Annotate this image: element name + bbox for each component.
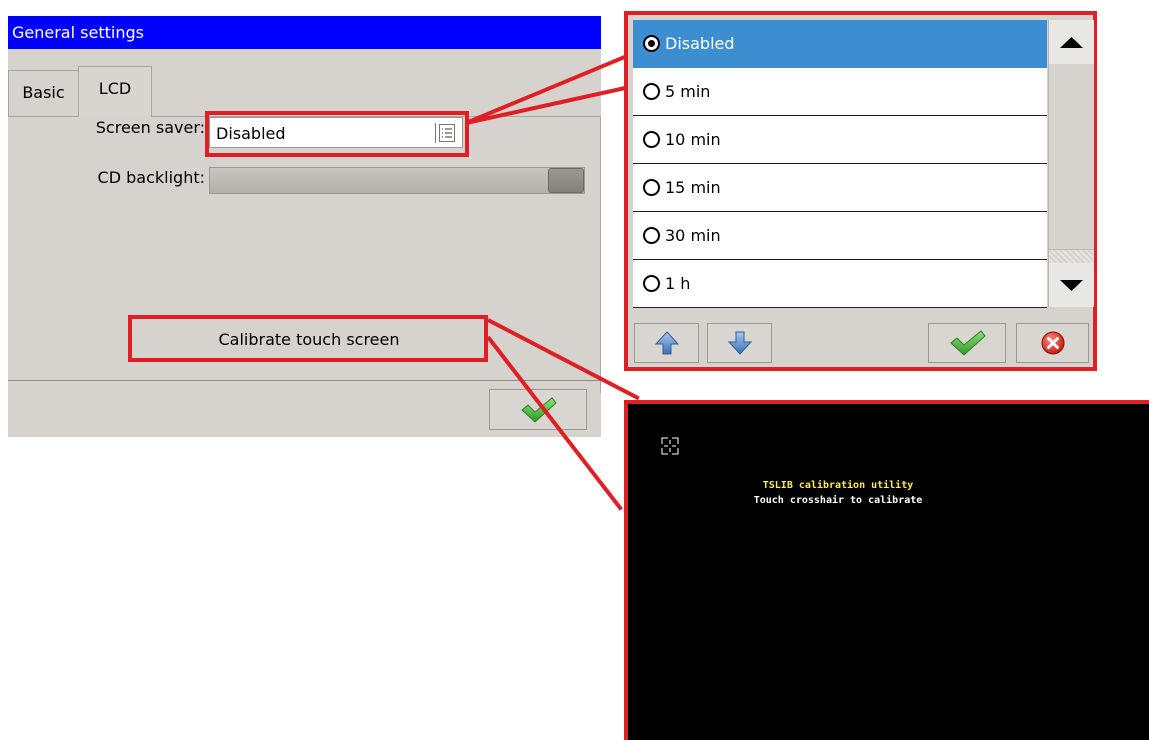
list-item[interactable]: 15 min [633,164,1047,212]
checkmark-icon [950,330,986,356]
move-down-button[interactable] [707,323,772,363]
screen-saver-dropdown: Disabled 5 min 10 min 15 min 30 min 1 h [624,11,1097,371]
scrollbar[interactable] [1048,20,1094,307]
highlight-calibrate-button [128,315,488,362]
radio-icon [643,226,660,244]
arrow-down-icon [727,331,753,355]
screen-saver-label: Screen saver: [95,118,205,137]
radio-icon [643,130,660,148]
backlight-slider-knob[interactable] [548,168,584,193]
highlight-screen-saver [205,111,469,157]
radio-selected-icon [643,34,660,52]
cancel-icon [1041,331,1065,355]
scrollbar-thumb[interactable] [1049,65,1094,250]
scroll-up-button[interactable] [1049,20,1094,64]
ok-button[interactable] [489,389,587,430]
triangle-down-icon [1060,280,1083,291]
list-item[interactable]: 30 min [633,212,1047,260]
scroll-down-button[interactable] [1049,263,1094,307]
list-item[interactable]: Disabled [633,20,1047,68]
tab-lcd[interactable]: LCD [78,66,152,117]
move-up-button[interactable] [634,323,699,363]
calibration-title: TSLIB calibration utility [762,480,914,491]
confirm-button[interactable] [928,323,1006,363]
backlight-slider[interactable] [209,167,585,194]
radio-icon [643,178,660,196]
bottom-separator [8,380,601,381]
arrow-up-icon [654,331,680,355]
window-title: General settings [8,16,601,49]
tab-panel-right-border [600,116,601,393]
list-item[interactable]: 1 h [633,260,1047,308]
general-settings-window: General settings Basic LCD Screen saver:… [8,16,601,437]
tab-basic[interactable]: Basic [8,70,78,117]
calibration-screen: TSLIB calibration utility Touch crosshai… [624,400,1149,740]
radio-icon [643,274,660,292]
crosshair-icon [661,437,679,455]
calibration-instruction: Touch crosshair to calibrate [753,495,923,506]
radio-icon [643,82,660,100]
list-item[interactable]: 5 min [633,68,1047,116]
list-item[interactable]: 10 min [633,116,1047,164]
cancel-button[interactable] [1016,323,1089,363]
scrollbar-track [1049,250,1094,263]
triangle-up-icon [1060,37,1083,48]
backlight-label: CD backlight: [97,168,205,187]
option-list: Disabled 5 min 10 min 15 min 30 min 1 h [633,20,1047,308]
